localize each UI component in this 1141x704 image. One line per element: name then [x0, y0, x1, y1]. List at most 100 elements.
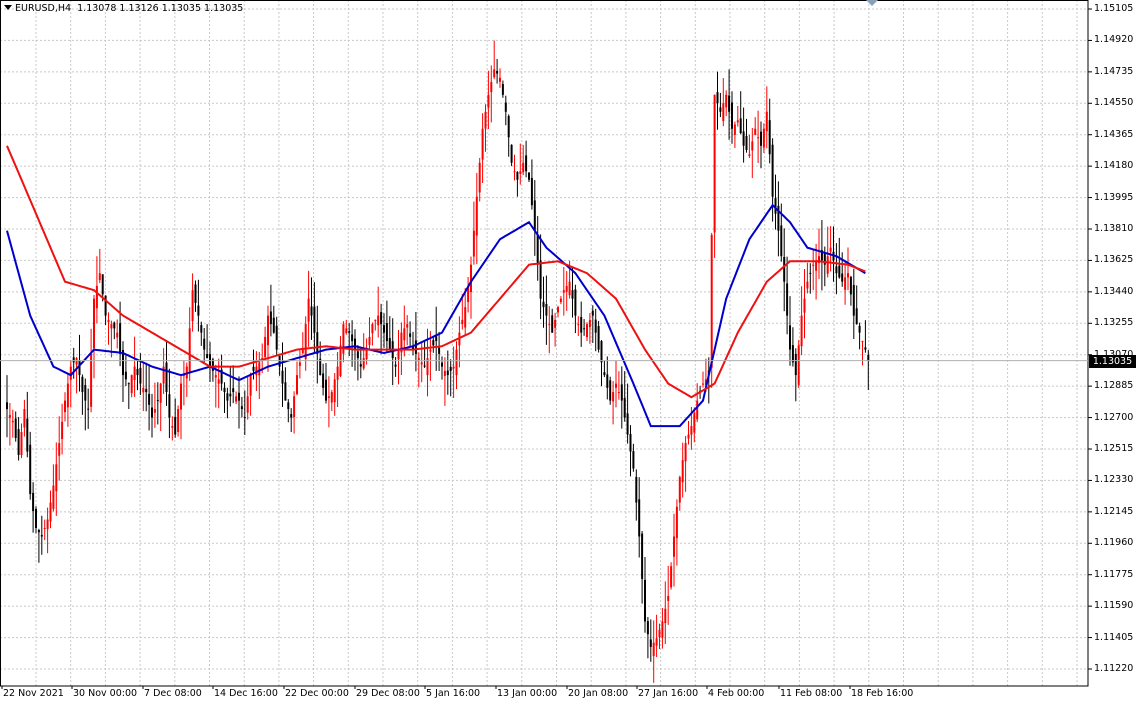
price-tick-label: 1.13255	[1094, 317, 1134, 329]
candle	[159, 382, 162, 432]
candle	[209, 341, 211, 382]
candle-body	[8, 415, 11, 418]
candle	[281, 342, 284, 407]
candle	[484, 104, 487, 152]
candle-body	[867, 354, 870, 361]
candle-body	[136, 368, 139, 376]
candle	[742, 107, 745, 163]
candle-body	[728, 95, 731, 112]
candle	[11, 409, 14, 438]
price-tick-label: 1.11960	[1094, 537, 1134, 549]
candle-body	[84, 385, 87, 401]
candle	[519, 143, 522, 185]
candle-body	[235, 396, 238, 402]
candle	[760, 121, 762, 169]
candle	[322, 363, 325, 396]
chart-shift-marker-icon[interactable]	[866, 0, 878, 6]
candle-body	[159, 383, 162, 403]
candle	[536, 216, 539, 281]
candle-body	[638, 499, 641, 537]
ohlc-values: 1.13078 1.13126 1.13035 1.13035	[77, 3, 244, 14]
candle	[757, 110, 760, 164]
candle	[533, 180, 536, 256]
candle-body	[203, 338, 206, 350]
candle-body	[11, 420, 14, 423]
candle-body	[475, 196, 478, 236]
candle	[46, 507, 49, 554]
candle-body	[75, 358, 78, 365]
candle-body	[583, 328, 586, 330]
candle-body	[487, 94, 490, 108]
candle-body	[852, 284, 855, 316]
candle-body	[217, 379, 220, 384]
price-tick-label: 1.14365	[1094, 128, 1134, 140]
candle-body	[26, 418, 29, 452]
candle	[81, 374, 84, 415]
candle-body	[177, 409, 180, 432]
candle	[478, 157, 481, 202]
candle	[649, 619, 652, 662]
candle-body	[597, 326, 600, 350]
candle	[731, 91, 733, 144]
candle	[748, 134, 751, 158]
candle-body	[626, 413, 629, 435]
candle-body	[287, 402, 290, 410]
candle	[232, 365, 235, 404]
candle	[438, 331, 441, 372]
price-tick-label: 1.11590	[1094, 600, 1134, 612]
candle	[472, 201, 475, 265]
candle-body	[673, 536, 675, 557]
candle	[571, 266, 574, 318]
candle-body	[652, 642, 655, 657]
candle	[180, 375, 182, 440]
candle-body	[148, 393, 151, 405]
candle-body	[403, 328, 406, 341]
candle	[722, 78, 725, 127]
candle	[55, 442, 58, 516]
candle	[815, 243, 818, 300]
candle	[61, 403, 64, 455]
candle	[185, 362, 188, 397]
candle	[516, 171, 519, 197]
candle-body	[380, 312, 383, 325]
candle-body	[90, 353, 93, 407]
candle-body	[438, 347, 441, 354]
candle-body	[562, 290, 565, 293]
candle	[600, 339, 603, 387]
candle	[90, 328, 93, 413]
candle	[539, 234, 542, 320]
candle	[812, 249, 815, 291]
candle	[493, 40, 496, 80]
price-tick-label: 1.14180	[1094, 160, 1134, 172]
candle	[87, 388, 90, 429]
candle-body	[452, 366, 455, 369]
candle-body	[269, 311, 272, 325]
candle-body	[528, 172, 530, 180]
candle-body	[374, 319, 377, 321]
candle-body	[539, 260, 542, 299]
candle-body	[783, 257, 786, 282]
candle-body	[345, 328, 348, 334]
price-tick-label: 1.11775	[1094, 568, 1134, 580]
candle-body	[429, 349, 432, 352]
candle-body	[789, 325, 791, 350]
candle	[203, 327, 206, 364]
candle	[768, 98, 771, 164]
candle-body	[267, 315, 269, 346]
chart-window[interactable]: EURUSD,H4 1.13078 1.13126 1.13035 1.1303…	[0, 0, 1141, 704]
candle	[606, 356, 609, 400]
candle-body	[423, 365, 426, 367]
candle-body	[530, 177, 533, 206]
candle	[362, 333, 365, 371]
price-chart[interactable]	[0, 0, 1141, 704]
candle	[528, 172, 530, 183]
time-tick-label: 14 Dec 16:00	[214, 688, 278, 699]
candle-body	[336, 366, 339, 380]
candle-body	[687, 434, 690, 439]
collapse-arrow-icon[interactable]	[4, 5, 12, 10]
candle	[246, 376, 249, 420]
candle-body	[17, 429, 20, 455]
candle-body	[861, 341, 864, 343]
candle-body	[307, 298, 310, 322]
candle	[446, 350, 449, 395]
